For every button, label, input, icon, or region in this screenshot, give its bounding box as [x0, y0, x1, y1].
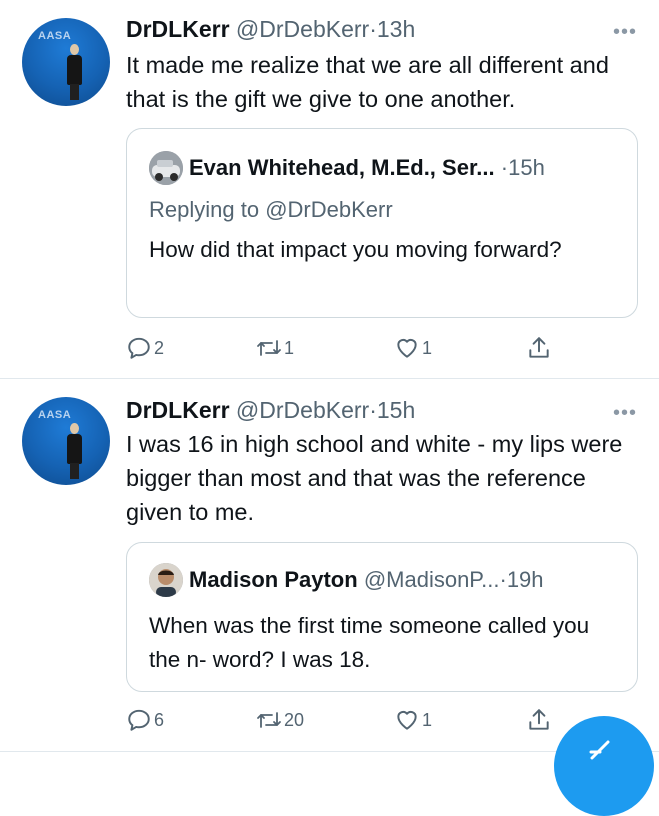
more-options-icon[interactable]: •••: [613, 403, 637, 423]
author-handle[interactable]: @DrDebKerr: [236, 16, 369, 42]
quoted-tweet[interactable]: Evan Whitehead, M.Ed., Ser... ·15h Reply…: [126, 128, 638, 318]
quoted-tweet-text: How did that impact you moving forward?: [149, 237, 562, 262]
heart-icon: [397, 338, 417, 358]
tweet-actions: 6 20 1: [126, 703, 606, 737]
retweet-button[interactable]: 20: [256, 703, 304, 737]
reply-count: 2: [154, 337, 165, 358]
author-name[interactable]: DrDLKerr: [126, 397, 230, 423]
replying-to: Replying to @DrDebKerr: [149, 196, 393, 224]
retweet-icon: [257, 712, 281, 728]
timestamp[interactable]: 15h: [377, 397, 415, 423]
quoted-timestamp[interactable]: 15h: [508, 155, 545, 180]
separator-dot: ·: [500, 155, 509, 180]
like-count: 1: [422, 709, 433, 730]
reply-icon: [128, 709, 150, 731]
tweet[interactable]: AASA DrDLKerr @DrDebKerr·15h ••• I was 1…: [0, 379, 659, 751]
share-icon: [529, 337, 549, 358]
like-button[interactable]: 1: [394, 331, 432, 365]
avatar[interactable]: [149, 563, 183, 597]
reply-count: 6: [154, 709, 165, 730]
avatar-logo-text: AASA: [38, 30, 72, 42]
quoted-tweet-header: Evan Whitehead, M.Ed., Ser... ·15h: [189, 154, 545, 182]
reply-icon: [128, 337, 150, 359]
more-options-icon[interactable]: •••: [613, 22, 637, 42]
tweet-text: It made me realize that we are all diffe…: [126, 52, 609, 112]
separator-dot: ·: [369, 16, 377, 42]
tweet-text: I was 16 in high school and white - my l…: [126, 431, 623, 525]
quoted-tweet-text: When was the first time someone called y…: [149, 613, 590, 672]
like-button[interactable]: 1: [394, 703, 432, 737]
separator-dot: ·: [499, 567, 507, 592]
share-icon: [529, 709, 549, 730]
retweet-count: 1: [284, 337, 295, 358]
tweet-actions: 2 1 1: [126, 331, 606, 365]
quoted-tweet[interactable]: Madison Payton @MadisonP...·19h When was…: [126, 542, 638, 692]
replying-to-handle[interactable]: @DrDebKerr: [265, 197, 392, 222]
timestamp[interactable]: 13h: [377, 16, 415, 42]
share-button[interactable]: [526, 331, 552, 365]
reply-button[interactable]: 6: [126, 703, 164, 737]
avatar[interactable]: [149, 151, 183, 185]
compose-tweet-button[interactable]: [554, 716, 654, 816]
retweet-button[interactable]: 1: [256, 331, 294, 365]
replying-to-label: Replying to: [149, 197, 260, 222]
quoted-author-handle[interactable]: @MadisonP...: [364, 567, 500, 592]
reply-button[interactable]: 2: [126, 331, 164, 365]
quoted-tweet-header: Madison Payton @MadisonP...·19h: [189, 566, 544, 594]
share-button[interactable]: [526, 703, 552, 737]
avatar[interactable]: AASA: [22, 18, 110, 106]
author-handle[interactable]: @DrDebKerr: [236, 397, 369, 423]
compose-icon: [589, 740, 610, 760]
avatar-logo-text: AASA: [38, 409, 72, 421]
avatar[interactable]: AASA: [22, 397, 110, 485]
retweet-count: 20: [284, 709, 305, 730]
heart-icon: [397, 710, 417, 730]
author-name[interactable]: DrDLKerr: [126, 16, 230, 42]
tweet[interactable]: AASA DrDLKerr @DrDebKerr·13h ••• It made…: [0, 0, 659, 378]
tweet-header: DrDLKerr @DrDebKerr·15h: [126, 396, 415, 424]
like-count: 1: [422, 337, 433, 358]
quoted-author-name[interactable]: Evan Whitehead, M.Ed., Ser...: [189, 155, 495, 180]
separator-dot: ·: [369, 397, 377, 423]
retweet-icon: [257, 340, 281, 356]
quoted-timestamp[interactable]: 19h: [507, 567, 544, 592]
quoted-author-name[interactable]: Madison Payton: [189, 567, 358, 592]
tweet-header: DrDLKerr @DrDebKerr·13h: [126, 15, 415, 43]
